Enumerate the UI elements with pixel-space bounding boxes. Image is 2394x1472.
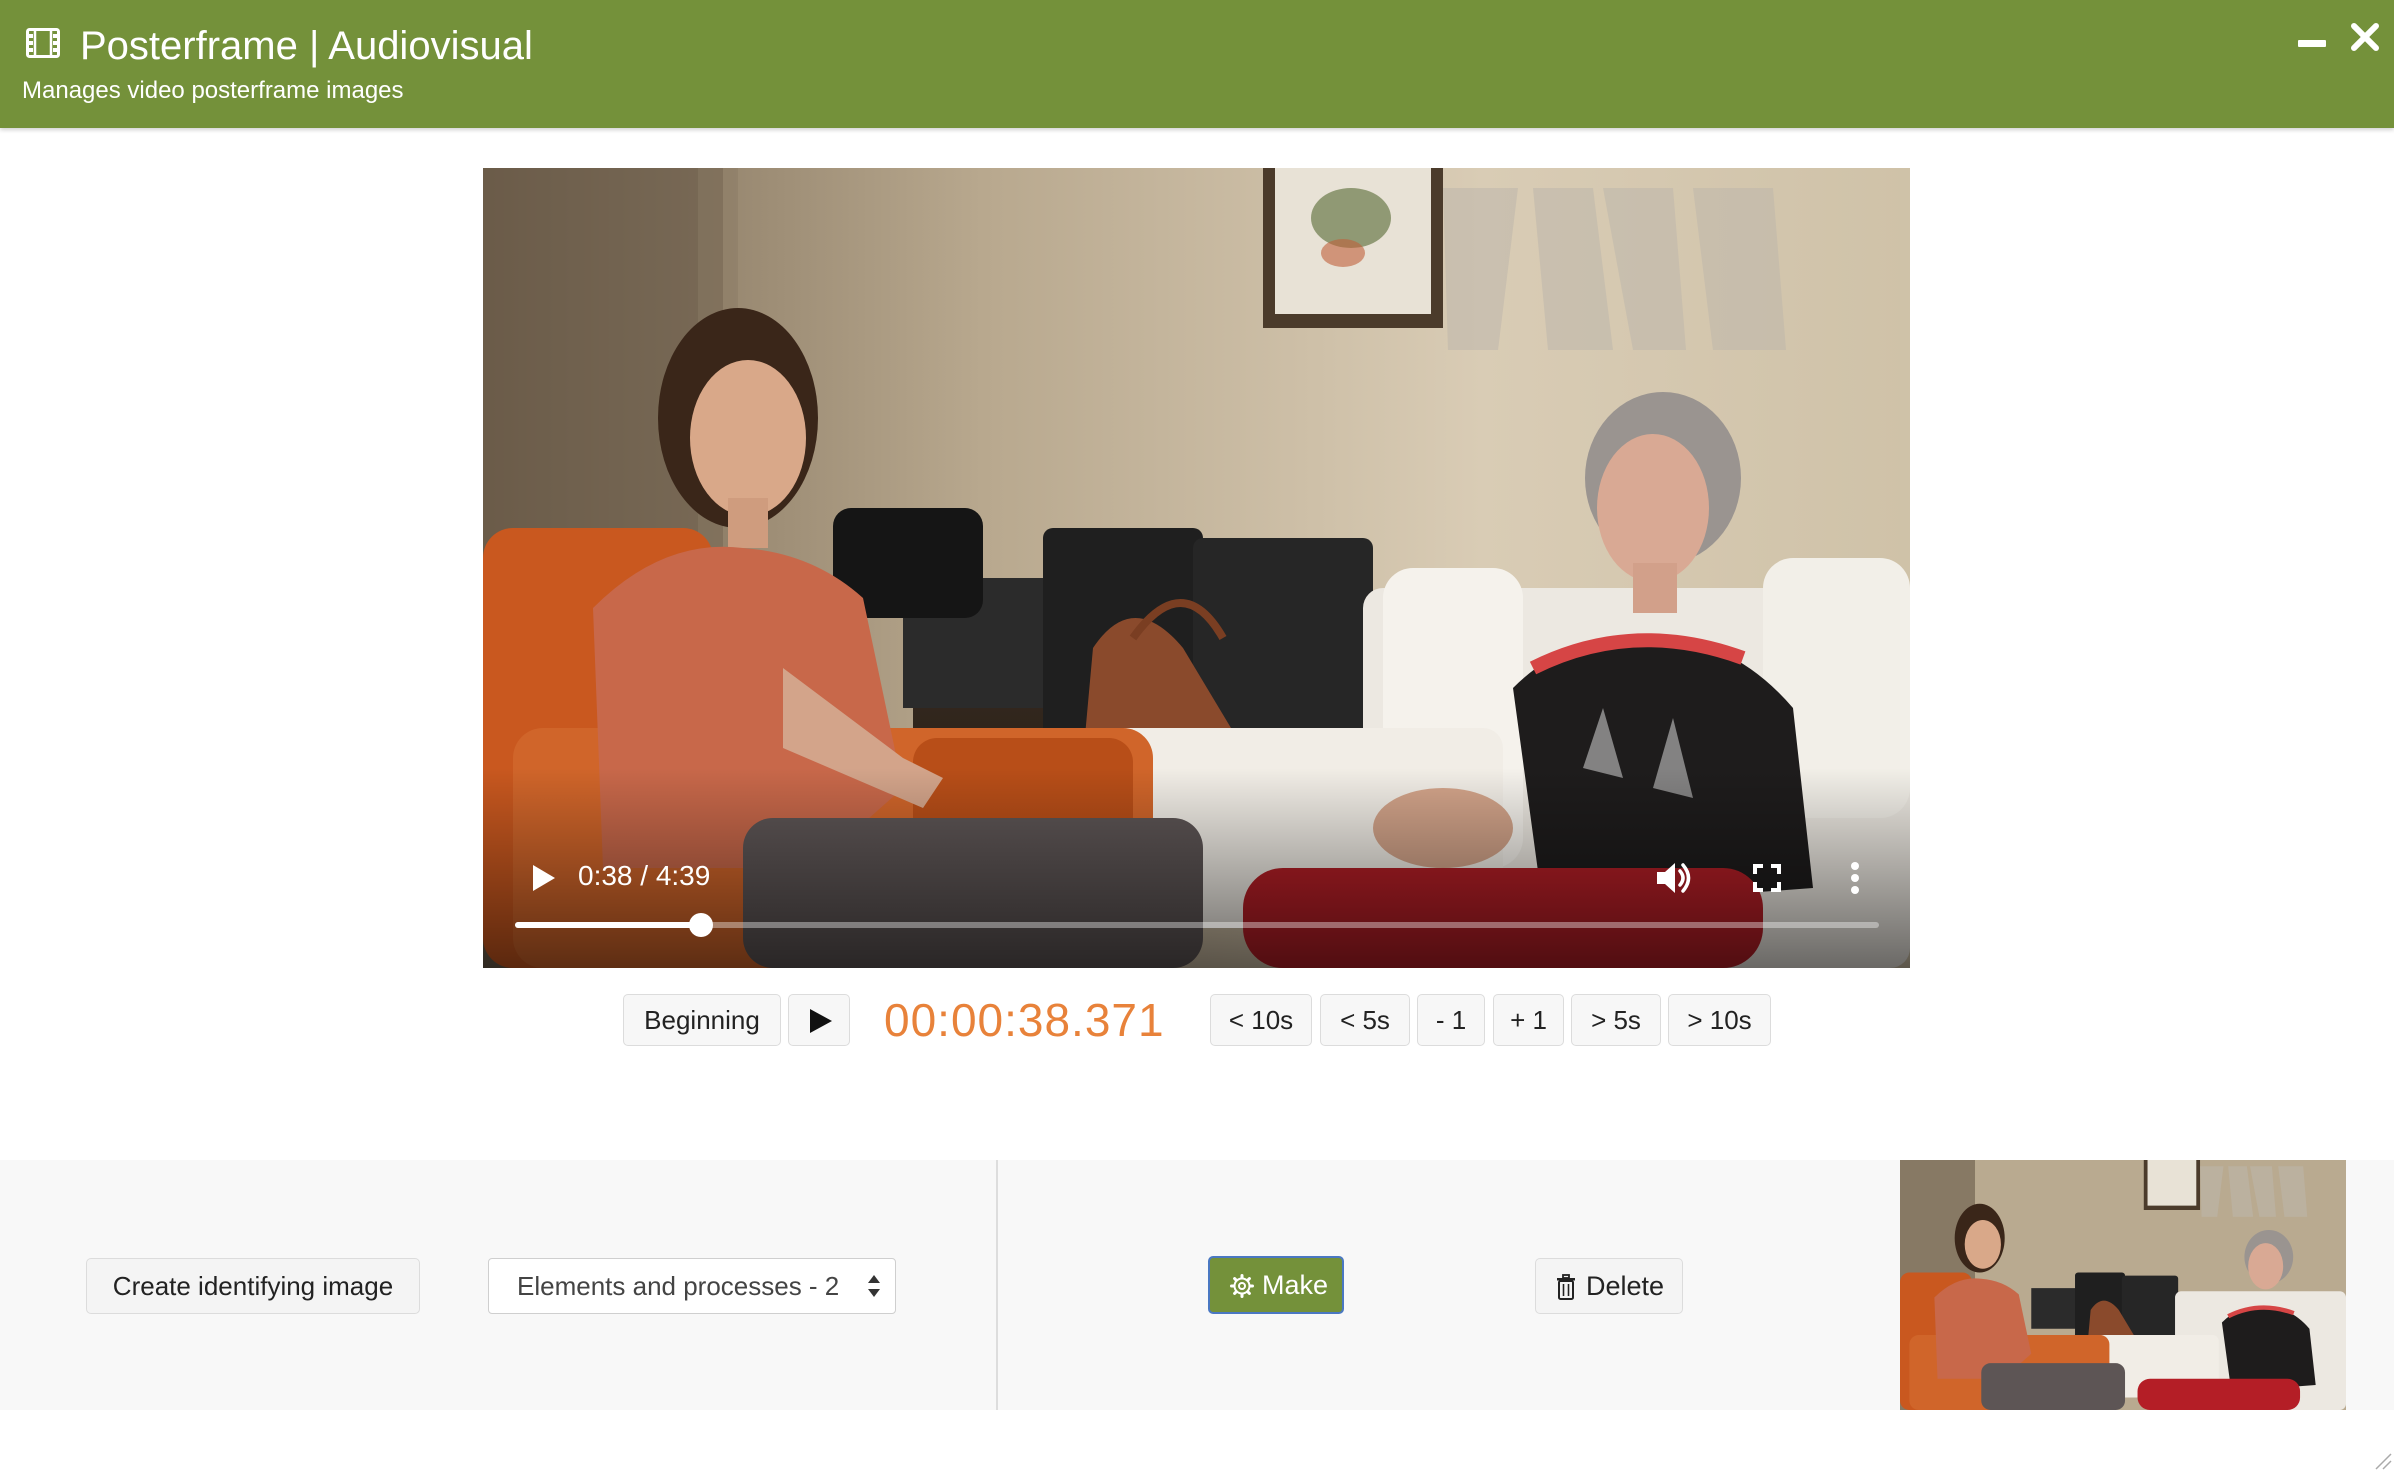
process-select-value: Elements and processes - 2 [517,1271,840,1301]
more-options-icon[interactable] [1845,856,1865,900]
make-button[interactable]: Make [1208,1256,1344,1314]
gear-icon [1230,1274,1254,1298]
fullscreen-icon[interactable] [1747,858,1787,898]
back-1-frame-button[interactable]: - 1 [1417,994,1485,1046]
video-player[interactable]: 0:38 / 4:39 [483,168,1910,968]
play-button[interactable] [788,994,850,1046]
window-title: Posterframe | Audiovisual [80,24,533,68]
posterframe-panel: Create identifying image Elements and pr… [0,1160,2394,1410]
posterframe-thumbnail [1900,1160,2346,1410]
forward-1-frame-button[interactable]: + 1 [1493,994,1564,1046]
make-button-label: Make [1262,1270,1329,1300]
trash-icon [1557,1274,1575,1300]
film-icon [26,28,60,58]
transport-controls: Beginning 00:00:38.371 < 10s < 5s - 1 + … [0,994,2394,1048]
seek-bar-progress [515,922,701,928]
play-icon [810,1009,832,1033]
process-select[interactable]: Elements and processes - 2 [488,1258,896,1314]
forward-10s-button[interactable]: > 10s [1668,994,1771,1046]
minimize-button[interactable] [2298,40,2326,47]
volume-icon[interactable] [1651,856,1695,900]
panel-divider [996,1160,998,1410]
player-time: 0:38 / 4:39 [578,860,711,891]
window-subtitle: Manages video posterframe images [22,77,404,104]
timecode-display: 00:00:38.371 [884,994,1165,1046]
close-button[interactable] [2348,20,2382,54]
seek-bar[interactable] [515,913,1879,937]
back-5s-button[interactable]: < 5s [1320,994,1410,1046]
resize-grip-icon[interactable] [2374,1452,2392,1470]
delete-button[interactable]: Delete [1535,1258,1683,1314]
window-header: Posterframe | Audiovisual Manages video … [0,0,2394,128]
create-identifying-image-button[interactable]: Create identifying image [86,1258,420,1314]
beginning-button[interactable]: Beginning [623,994,781,1046]
select-arrows-icon [868,1275,880,1297]
delete-button-label: Delete [1586,1271,1665,1301]
back-10s-button[interactable]: < 10s [1210,994,1312,1046]
seek-bar-handle[interactable] [688,913,713,937]
forward-5s-button[interactable]: > 5s [1571,994,1661,1046]
play-icon[interactable] [523,858,563,898]
